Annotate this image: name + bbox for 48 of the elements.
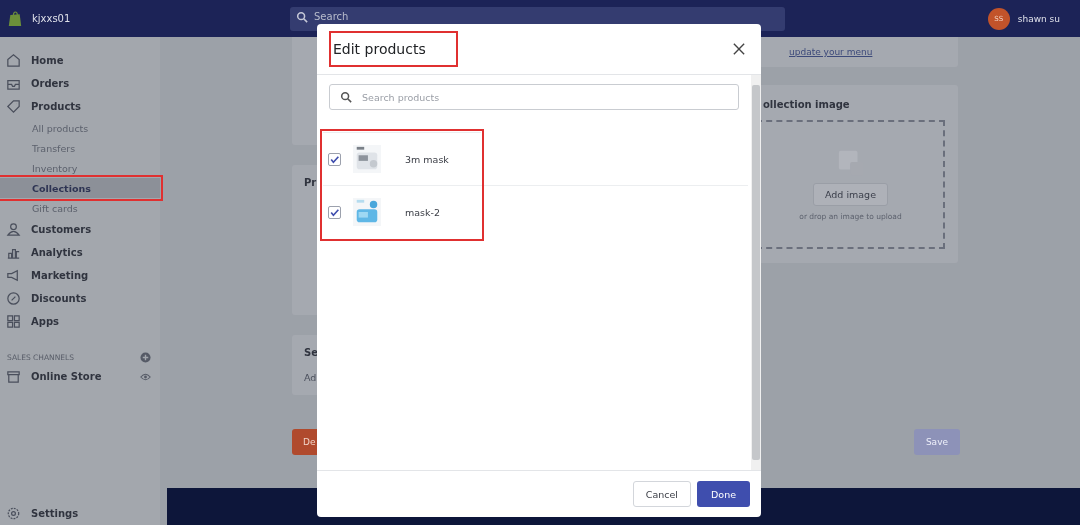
nav-item[interactable]: Marketing <box>0 264 160 287</box>
store-icon <box>5 368 22 385</box>
eye-icon[interactable] <box>140 372 151 381</box>
card-text: Ad <box>304 372 318 383</box>
modal-title: Edit products <box>331 33 456 65</box>
product-row[interactable]: mask-2 <box>323 186 748 238</box>
nav-subitem[interactable]: Collections <box>0 178 160 198</box>
nav-item[interactable]: Apps <box>0 310 160 333</box>
nav-subitem[interactable]: Transfers <box>0 138 160 158</box>
nav-item[interactable]: Customers <box>0 218 160 241</box>
done-button[interactable]: Done <box>697 481 750 507</box>
product-name: mask-2 <box>405 206 440 218</box>
nav-item[interactable]: Online Store <box>0 365 160 388</box>
nav-item[interactable]: Settings <box>0 502 160 525</box>
search-icon <box>340 91 352 103</box>
nav-item[interactable]: Discounts <box>0 287 160 310</box>
shopping-bag-icon <box>8 9 22 28</box>
menu-link[interactable]: update your menu <box>789 47 958 57</box>
nav-icon <box>5 313 22 330</box>
card-title: Pr <box>304 177 318 188</box>
add-icon[interactable] <box>140 351 151 363</box>
nav-icon <box>5 290 22 307</box>
add-image-button[interactable]: Add image <box>813 182 888 206</box>
nav-icon <box>5 52 22 69</box>
settings-icon <box>5 505 22 522</box>
checkbox[interactable] <box>328 205 341 219</box>
nav-subitem[interactable]: Inventory <box>0 158 160 178</box>
save-button[interactable]: Save <box>913 429 960 455</box>
store-name: kjxxs01 <box>32 13 71 24</box>
product-name: 3m mask <box>405 153 449 165</box>
card-title: Se <box>304 347 319 358</box>
nav-icon <box>5 98 22 115</box>
search-icon <box>296 10 308 23</box>
product-row[interactable]: 3m mask <box>323 133 748 186</box>
nav-item[interactable]: Home <box>0 49 160 72</box>
close-icon[interactable] <box>733 43 745 55</box>
nav-item[interactable]: Orders <box>0 72 160 95</box>
nav-subitem[interactable]: All products <box>0 118 160 138</box>
nav-item[interactable]: Analytics <box>0 241 160 264</box>
search-field[interactable]: Search products <box>329 84 739 110</box>
nav-subitem[interactable]: Gift cards <box>0 198 160 218</box>
nav-icon <box>5 221 22 238</box>
nav-item[interactable]: Products <box>0 95 160 118</box>
checkbox[interactable] <box>328 152 341 166</box>
user-name: shawn su <box>1017 13 1060 24</box>
scrollbar[interactable] <box>751 75 761 470</box>
card-title: ollection image <box>763 99 851 110</box>
cancel-button[interactable]: Cancel <box>632 481 691 507</box>
